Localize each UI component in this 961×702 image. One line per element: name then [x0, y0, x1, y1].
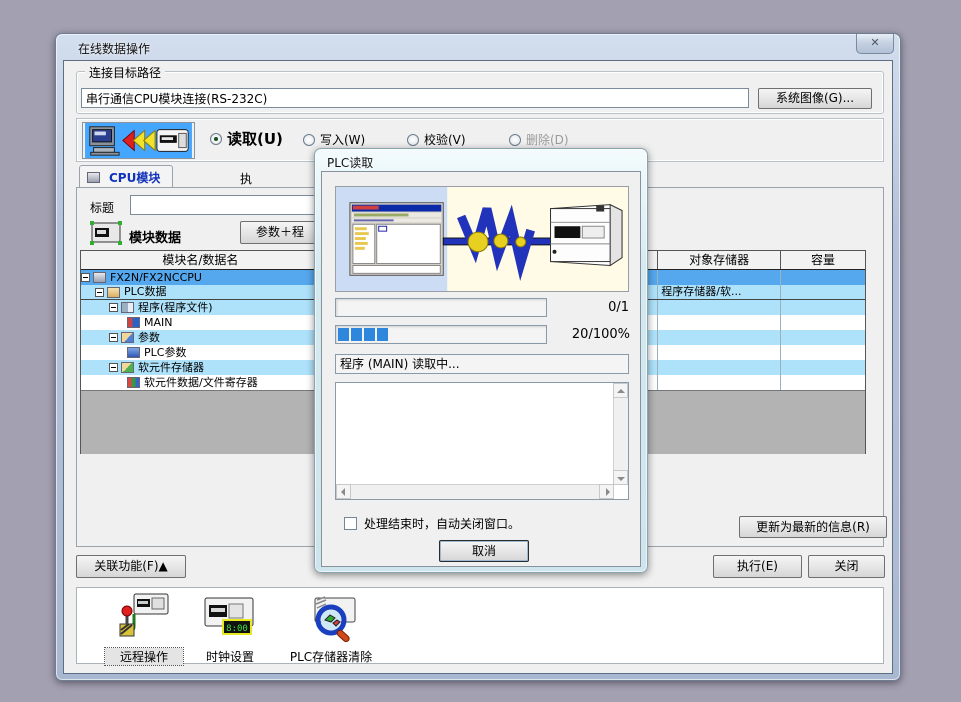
checkbox-label: 处理结束时，自动关闭窗口。 — [364, 515, 520, 532]
file-progress-bar — [335, 298, 547, 317]
progress-segment — [364, 328, 375, 341]
scroll-right-icon[interactable] — [599, 484, 614, 499]
progress-segment — [351, 328, 362, 341]
close-button[interactable]: 关闭 — [808, 555, 885, 578]
horizontal-scrollbar[interactable] — [336, 484, 614, 499]
clock-setting-icon: 8:00 — [201, 596, 259, 642]
shortcut-clock-setting[interactable]: 8:00 时钟设置 — [189, 596, 271, 665]
header-capacity[interactable]: 容量 — [781, 251, 865, 269]
plc-read-dialog: PLC读取 — [314, 148, 648, 573]
radio-delete-dot — [509, 134, 521, 146]
shortcut-label: 远程操作 — [105, 648, 183, 665]
related-functions-button[interactable]: 关联功能(F)▲ — [76, 555, 186, 578]
percent-progress-bar — [335, 325, 547, 344]
progress-segment — [338, 328, 349, 341]
shortcut-plc-memory-clear[interactable]: PLC存储器清除 — [277, 596, 385, 665]
main-program-icon — [127, 317, 140, 328]
scroll-down-icon[interactable] — [613, 470, 628, 485]
software-window-mini — [350, 203, 443, 276]
radio-verify-dot — [407, 134, 419, 146]
header-module-name[interactable]: 模块名/数据名 — [81, 251, 321, 269]
plc-cpu-icon — [93, 272, 106, 283]
status-message-field: 程序 (MAIN) 读取中... — [335, 354, 629, 374]
module-data-label: 模块数据 — [129, 227, 181, 246]
file-progress-label: 0/1 — [557, 300, 629, 315]
dialog-title: PLC读取 — [327, 154, 373, 171]
execute-button[interactable]: 执行(E) — [713, 555, 802, 578]
radio-read[interactable]: 读取(U) — [210, 128, 283, 149]
cancel-button[interactable]: 取消 — [439, 540, 529, 562]
device-memory-folder-icon — [121, 362, 134, 373]
system-image-button[interactable]: 系统图像(G)... — [758, 88, 872, 109]
result-list-box[interactable] — [335, 382, 629, 500]
collapse-icon[interactable] — [109, 333, 118, 342]
progress-segment — [377, 328, 388, 341]
connection-path-field[interactable] — [81, 88, 749, 108]
close-icon[interactable]: ✕ — [856, 34, 894, 54]
collapse-icon[interactable] — [109, 363, 118, 372]
collapse-icon[interactable] — [109, 303, 118, 312]
shortcut-label: PLC存储器清除 — [277, 648, 385, 665]
parameter-program-button[interactable]: 参数＋程 — [240, 221, 320, 244]
title-field-label: 标题 — [90, 199, 114, 216]
refresh-info-button[interactable]: 更新为最新的信息(R) — [739, 516, 887, 538]
vertical-scrollbar[interactable] — [613, 383, 628, 485]
window-title: 在线数据操作 — [78, 40, 150, 57]
partial-covered-text: 执 — [240, 170, 252, 187]
module-data-icon — [90, 221, 122, 245]
tab-cpu-module[interactable]: CPU模块 — [79, 165, 173, 188]
radio-delete[interactable]: 删除(D) — [509, 131, 569, 148]
collapse-icon[interactable] — [81, 273, 90, 282]
checkbox-box — [344, 517, 357, 530]
dialog-client-area: 0/1 20/100% 程序 (MAIN) 读取中... 处理结束时，自动关闭窗… — [321, 171, 641, 567]
remote-operation-icon — [118, 592, 170, 642]
percent-progress-label: 20/100% — [550, 327, 630, 342]
connection-group-label: 连接目标路径 — [85, 64, 165, 81]
shortcut-label: 时钟设置 — [189, 648, 271, 665]
pc-plc-communication-illustration — [335, 186, 629, 292]
radio-read-dot — [210, 133, 222, 145]
radio-verify[interactable]: 校验(V) — [407, 131, 466, 148]
plc-memory-clear-icon — [303, 596, 359, 642]
collapse-icon[interactable] — [95, 288, 104, 297]
program-folder-icon — [121, 302, 134, 313]
scroll-left-icon[interactable] — [336, 484, 351, 499]
radio-write[interactable]: 写入(W) — [303, 131, 365, 148]
auto-close-checkbox[interactable]: 处理结束时，自动关闭窗口。 — [344, 515, 520, 532]
header-target-memory[interactable]: 对象存储器 — [658, 251, 781, 269]
plc-unit-mini — [551, 205, 623, 266]
scroll-up-icon[interactable] — [613, 383, 628, 398]
parameter-folder-icon — [121, 332, 134, 343]
plc-parameter-icon — [127, 347, 140, 358]
shortcut-remote-operation[interactable]: 远程操作 — [105, 592, 183, 665]
pc-to-plc-transfer-icon — [82, 122, 195, 159]
plc-data-folder-icon — [107, 287, 120, 298]
device-data-icon — [127, 377, 140, 388]
cpu-module-icon — [87, 172, 100, 183]
radio-write-dot — [303, 134, 315, 146]
related-functions-panel: 远程操作 8:00 时钟设置 — [76, 587, 884, 664]
svg-text:8:00: 8:00 — [226, 624, 248, 634]
